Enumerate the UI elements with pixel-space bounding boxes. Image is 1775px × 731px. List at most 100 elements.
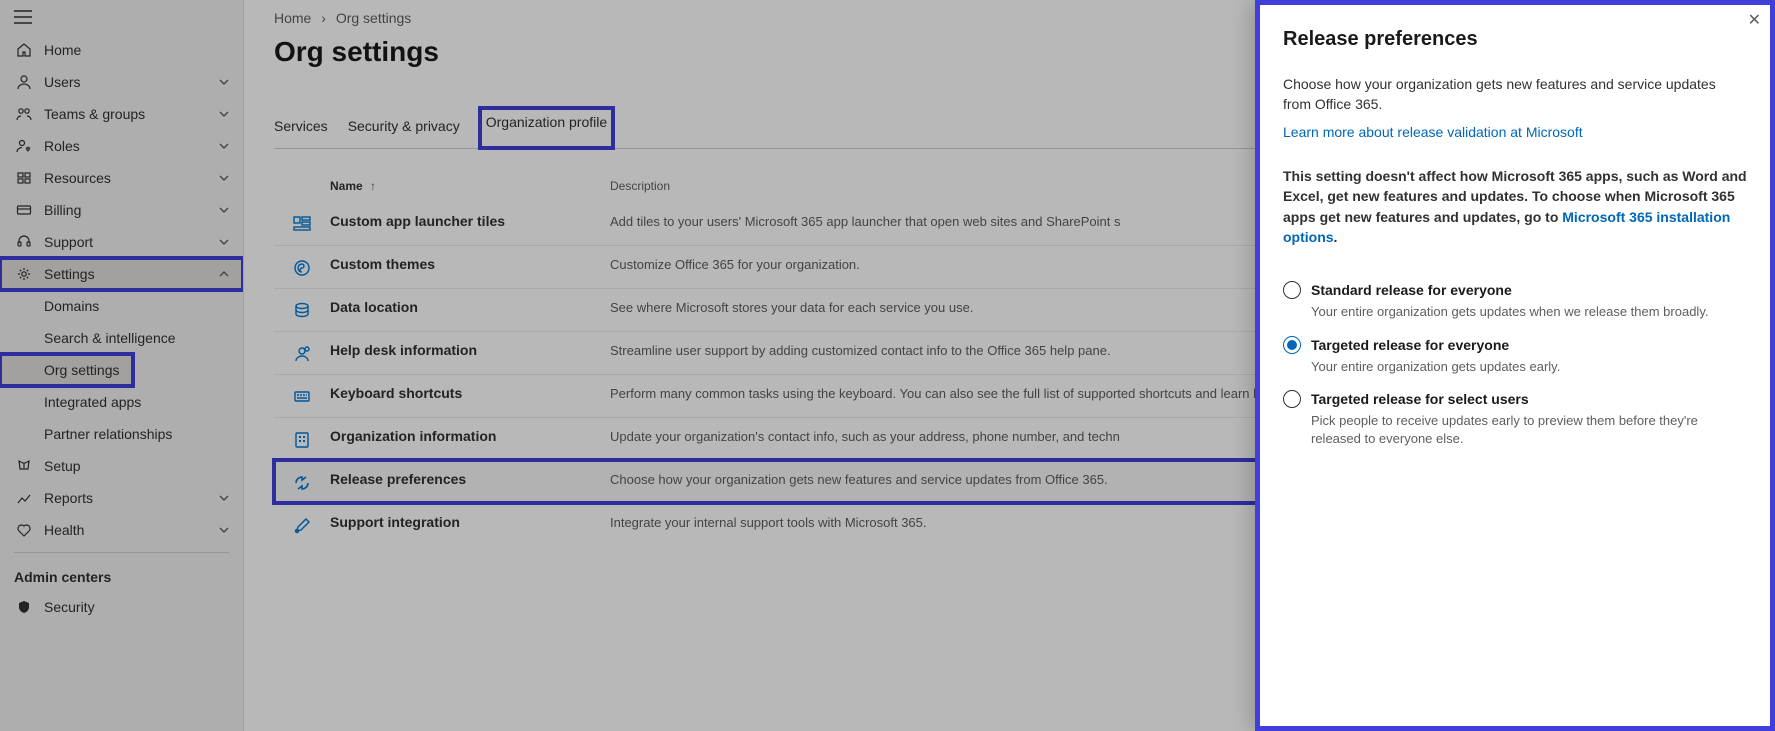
security-icon [14,599,34,615]
health-icon [14,522,34,538]
sidebar-item-support[interactable]: Support [0,226,243,258]
sidebar-item-setup[interactable]: Setup [0,450,243,482]
radio-icon[interactable] [1283,390,1301,408]
app-root: Home UsersTeams & groups Roles Resources Bil… [0,0,1775,731]
release-options-group: Standard release for everyone Your entire… [1283,281,1747,462]
sidebar-item-roles[interactable]: Roles [0,130,243,162]
sidebar-item-partner-relationships[interactable]: Partner relationships [0,418,243,450]
sidebar-item-label: Org settings [44,362,119,378]
row-icon [274,514,330,536]
chevron-down-icon [219,173,229,183]
release-option: Targeted release for everyone Your entire… [1283,336,1747,376]
sidebar-item-integrated-apps[interactable]: Integrated apps [0,386,243,418]
sidebar-item-home[interactable]: Home [0,34,243,66]
radio-description: Your entire organization gets updates wh… [1311,303,1747,321]
radio-label: Standard release for everyone [1311,282,1512,298]
sidebar-item-label: Health [44,522,219,538]
resources-icon [14,170,34,186]
tab-services[interactable]: Services [274,108,328,148]
nav-separator [14,552,229,553]
row-icon [274,213,330,235]
panel-intro: Choose how your organization gets new fe… [1283,75,1747,114]
panel-note: This setting doesn't affect how Microsof… [1283,166,1747,247]
radio-icon[interactable] [1283,281,1301,299]
radio-description: Your entire organization gets updates ea… [1311,358,1747,376]
radio-label: Targeted release for everyone [1311,337,1509,353]
chevron-down-icon [219,141,229,151]
sidebar-item-users[interactable]: Users [0,66,243,98]
sidebar-item-label: Domains [44,298,229,314]
panel-note-post: . [1334,229,1338,245]
row-name: Data location [330,299,610,315]
row-icon [274,342,330,364]
row-icon [274,471,330,493]
sidebar-item-label: Integrated apps [44,394,229,410]
row-icon [274,428,330,450]
panel-title: Release preferences [1283,28,1747,51]
chevron-down-icon [219,237,229,247]
row-icon [274,299,330,321]
col-name-label[interactable]: Name [330,179,363,193]
chevron-down-icon [219,493,229,503]
sidebar-item-resources[interactable]: Resources [0,162,243,194]
chevron-down-icon [219,109,229,119]
sidebar: Home UsersTeams & groups Roles Resources Bil… [0,0,244,731]
sidebar-item-label: Billing [44,202,219,218]
sidebar-item-label: Resources [44,170,219,186]
home-icon [14,42,34,58]
sidebar-item-reports[interactable]: Reports [0,482,243,514]
sidebar-item-label: Settings [44,266,219,282]
reports-icon [14,490,34,506]
sidebar-item-teams-groups[interactable]: Teams & groups [0,98,243,130]
row-name: Support integration [330,514,610,530]
sidebar-item-label: Setup [44,458,229,474]
sidebar-item-label: Search & intelligence [44,330,229,346]
sidebar-item-search-intelligence[interactable]: Search & intelligence [0,322,243,354]
admin-centers-heading: Admin centers [0,559,243,591]
row-name: Help desk information [330,342,610,358]
chevron-up-icon [219,269,229,279]
teams-icon [14,106,34,122]
setup-icon [14,458,34,474]
learn-more-link[interactable]: Learn more about release validation at M… [1283,124,1747,140]
release-option: Targeted release for select usersPick pe… [1283,390,1747,448]
sidebar-item-domains[interactable]: Domains [0,290,243,322]
radio-row[interactable]: Standard release for everyone [1283,281,1747,299]
admin-center-label: Security [44,599,229,615]
sidebar-item-org-settings[interactable]: Org settings [0,354,133,386]
sidebar-item-label: Support [44,234,219,250]
admin-center-security[interactable]: Security [0,591,243,623]
tab-security-privacy[interactable]: Security & privacy [348,108,460,148]
tab-organization-profile[interactable]: Organization profile [480,108,613,148]
sidebar-item-label: Partner relationships [44,426,229,442]
sidebar-item-label: Reports [44,490,219,506]
breadcrumb-current: Org settings [336,10,411,26]
chevron-down-icon [219,205,229,215]
row-name: Release preferences [330,471,610,487]
settings-icon [14,266,34,282]
row-name: Custom app launcher tiles [330,213,610,229]
row-name: Keyboard shortcuts [330,385,610,401]
chevron-down-icon [219,525,229,535]
release-preferences-panel: ✕ Release preferences Choose how your or… [1255,0,1775,731]
support-icon [14,234,34,250]
sidebar-item-health[interactable]: Health [0,514,243,546]
chevron-down-icon [219,77,229,87]
row-name: Custom themes [330,256,610,272]
radio-label: Targeted release for select users [1311,391,1529,407]
row-name: Organization information [330,428,610,444]
sort-ascending-icon[interactable]: ↑ [370,179,376,193]
hamburger-menu-icon[interactable] [0,0,243,34]
sidebar-item-billing[interactable]: Billing [0,194,243,226]
sidebar-item-label: Roles [44,138,219,154]
close-icon[interactable]: ✕ [1748,10,1761,30]
sidebar-item-label: Home [44,42,229,58]
sidebar-item-settings[interactable]: Settings [0,258,243,290]
radio-row[interactable]: Targeted release for select users [1283,390,1747,408]
roles-icon [14,138,34,154]
row-icon [274,385,330,407]
breadcrumb-home[interactable]: Home [274,10,311,26]
user-icon [14,74,34,90]
radio-icon[interactable] [1283,336,1301,354]
radio-row[interactable]: Targeted release for everyone [1283,336,1747,354]
